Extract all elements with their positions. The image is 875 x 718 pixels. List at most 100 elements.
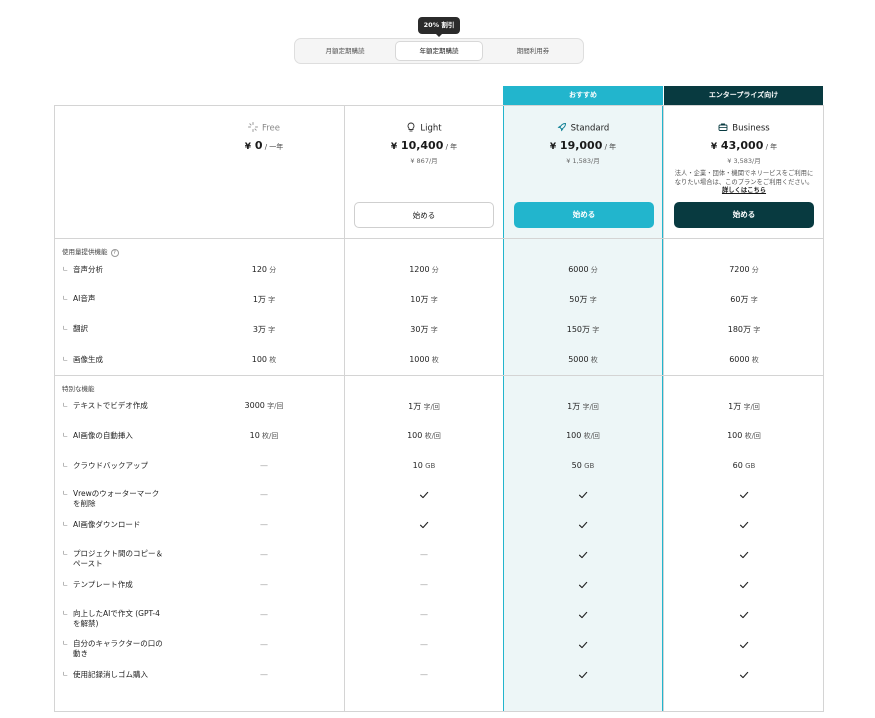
check-icon — [664, 580, 824, 592]
start-light-button[interactable]: 始める — [354, 202, 494, 228]
recommended-tag: おすすめ — [503, 86, 663, 105]
not-available-dash: — — [260, 610, 268, 619]
start-standard-button[interactable]: 始める — [514, 202, 654, 228]
feature-value: 150万 字 — [566, 325, 600, 334]
feature-label: ㄴプロジェクト間のコピー＆ ペースト — [62, 549, 163, 568]
branch-icon: ㄴ — [62, 324, 69, 332]
check-icon — [503, 640, 663, 652]
tab-pass[interactable]: 期間利用券 — [489, 41, 577, 61]
feature-value: 180万 字 — [727, 325, 761, 334]
branch-icon: ㄴ — [62, 639, 69, 647]
feature-value: 6000 分 — [568, 265, 598, 274]
feature-label: ㄴ音声分析 — [62, 265, 103, 274]
check-icon — [664, 640, 824, 652]
tab-yearly[interactable]: 年額定期購読 — [395, 41, 483, 61]
special-section-title: 特別な機能 — [62, 385, 95, 393]
feature-value: 60 GB — [732, 461, 756, 470]
plan-name-light: Light — [344, 122, 504, 135]
plan-price-standard: ¥ 19,000 / 年 — [549, 139, 617, 152]
sparkle-icon — [247, 122, 258, 135]
check-icon — [664, 520, 824, 532]
feature-label: ㄴクラウドバックアップ — [62, 461, 148, 470]
plan-monthly-standard: ¥ 1,583/月 — [566, 157, 600, 165]
feature-label: ㄴテンプレート作成 — [62, 580, 133, 589]
check-icon — [664, 670, 824, 682]
feature-label: ㄴ使用記録消しゴム購入 — [62, 670, 148, 679]
check-icon — [664, 550, 824, 562]
not-available-dash: — — [260, 520, 268, 529]
feature-value: 1万 字/回 — [567, 402, 599, 411]
feature-label: ㄴ AI画像ダウンロード — [62, 520, 141, 529]
branch-icon: ㄴ — [62, 489, 69, 497]
feature-value: 60万 字 — [730, 295, 758, 304]
plan-monthly-light: ¥ 867/月 — [410, 157, 438, 165]
start-business-button[interactable]: 始める — [674, 202, 814, 228]
not-available-dash: — — [420, 580, 428, 589]
lightbulb-icon — [406, 122, 416, 135]
not-available-dash: — — [420, 640, 428, 649]
not-available-dash: — — [420, 670, 428, 679]
feature-label: ㄴ自分のキャラクターの口の 動き — [62, 639, 163, 658]
help-icon[interactable]: ? — [110, 249, 119, 257]
feature-value: 100 枚/回 — [566, 431, 600, 440]
check-icon — [503, 490, 663, 502]
plan-name-standard: Standard — [503, 122, 663, 135]
feature-value: 5000 枚 — [568, 355, 598, 364]
check-icon — [503, 550, 663, 562]
row-divider — [54, 238, 824, 239]
feature-value: 50 GB — [571, 461, 595, 470]
not-available-dash: — — [420, 550, 428, 559]
not-available-dash: — — [420, 610, 428, 619]
feature-value: 100 枚/回 — [407, 431, 441, 440]
feature-value: 50万 字 — [569, 295, 597, 304]
check-icon — [344, 490, 504, 502]
business-note: 法人・企業・団体・機関でネリービスをご利用になりたい場合は、このプランをご利用く… — [674, 170, 814, 194]
branch-icon: ㄴ — [62, 670, 69, 678]
plan-price-light: ¥ 10,400 / 年 — [390, 139, 458, 152]
plan-name-business: Business — [664, 122, 824, 135]
check-icon — [503, 520, 663, 532]
feature-value: 1000 枚 — [409, 355, 439, 364]
check-icon — [664, 610, 824, 622]
feature-label: ㄴ画像生成 — [62, 355, 103, 364]
branch-icon: ㄴ — [62, 265, 69, 273]
tab-monthly[interactable]: 月額定期購読 — [301, 41, 389, 61]
branch-icon: ㄴ — [62, 461, 69, 469]
feature-value: 3万 字 — [252, 325, 276, 334]
feature-label: ㄴ Vrewのウォーターマーク を削除 — [62, 489, 160, 508]
check-icon — [503, 670, 663, 682]
briefcase-icon — [718, 122, 728, 135]
feature-value: 100 枚 — [251, 355, 277, 364]
feature-value: 1万 字/回 — [728, 402, 760, 411]
rocket-icon — [557, 122, 567, 135]
not-available-dash: — — [260, 490, 268, 499]
plan-price-free: ¥ 0 / 一年 — [244, 139, 284, 152]
branch-icon: ㄴ — [62, 580, 69, 588]
check-icon — [503, 610, 663, 622]
feature-label: ㄴ AI音声 — [62, 294, 96, 303]
feature-value: 10 枚/回 — [249, 431, 279, 440]
branch-icon: ㄴ — [62, 401, 69, 409]
plan-monthly-business: ¥ 3,583/月 — [727, 157, 761, 165]
row-divider — [54, 375, 824, 376]
check-icon — [503, 580, 663, 592]
feature-value: 7200 分 — [729, 265, 759, 274]
feature-label: ㄴ翻訳 — [62, 324, 88, 333]
not-available-dash: — — [260, 640, 268, 649]
branch-icon: ㄴ — [62, 431, 69, 439]
plan-name-free: Free — [184, 122, 344, 135]
feature-value: 1万 字/回 — [408, 402, 440, 411]
not-available-dash: — — [260, 580, 268, 589]
branch-icon: ㄴ — [62, 355, 69, 363]
feature-label: ㄴ向上したAIで作文 (GPT-4 を解禁) — [62, 609, 160, 628]
enterprise-tag: エンタープライズ向け — [664, 86, 823, 105]
feature-value: 100 枚/回 — [727, 431, 761, 440]
feature-label: ㄴテキストでビデオ作成 — [62, 401, 148, 410]
details-link[interactable]: 詳しくはこちら — [722, 187, 766, 194]
feature-value: 10万 字 — [410, 295, 438, 304]
feature-label: ㄴ AI画像の自動挿入 — [62, 431, 133, 440]
check-icon — [344, 520, 504, 532]
feature-value: 3000 字/回 — [244, 401, 284, 410]
branch-icon: ㄴ — [62, 549, 69, 557]
discount-badge: 20% 割引 — [418, 17, 460, 37]
